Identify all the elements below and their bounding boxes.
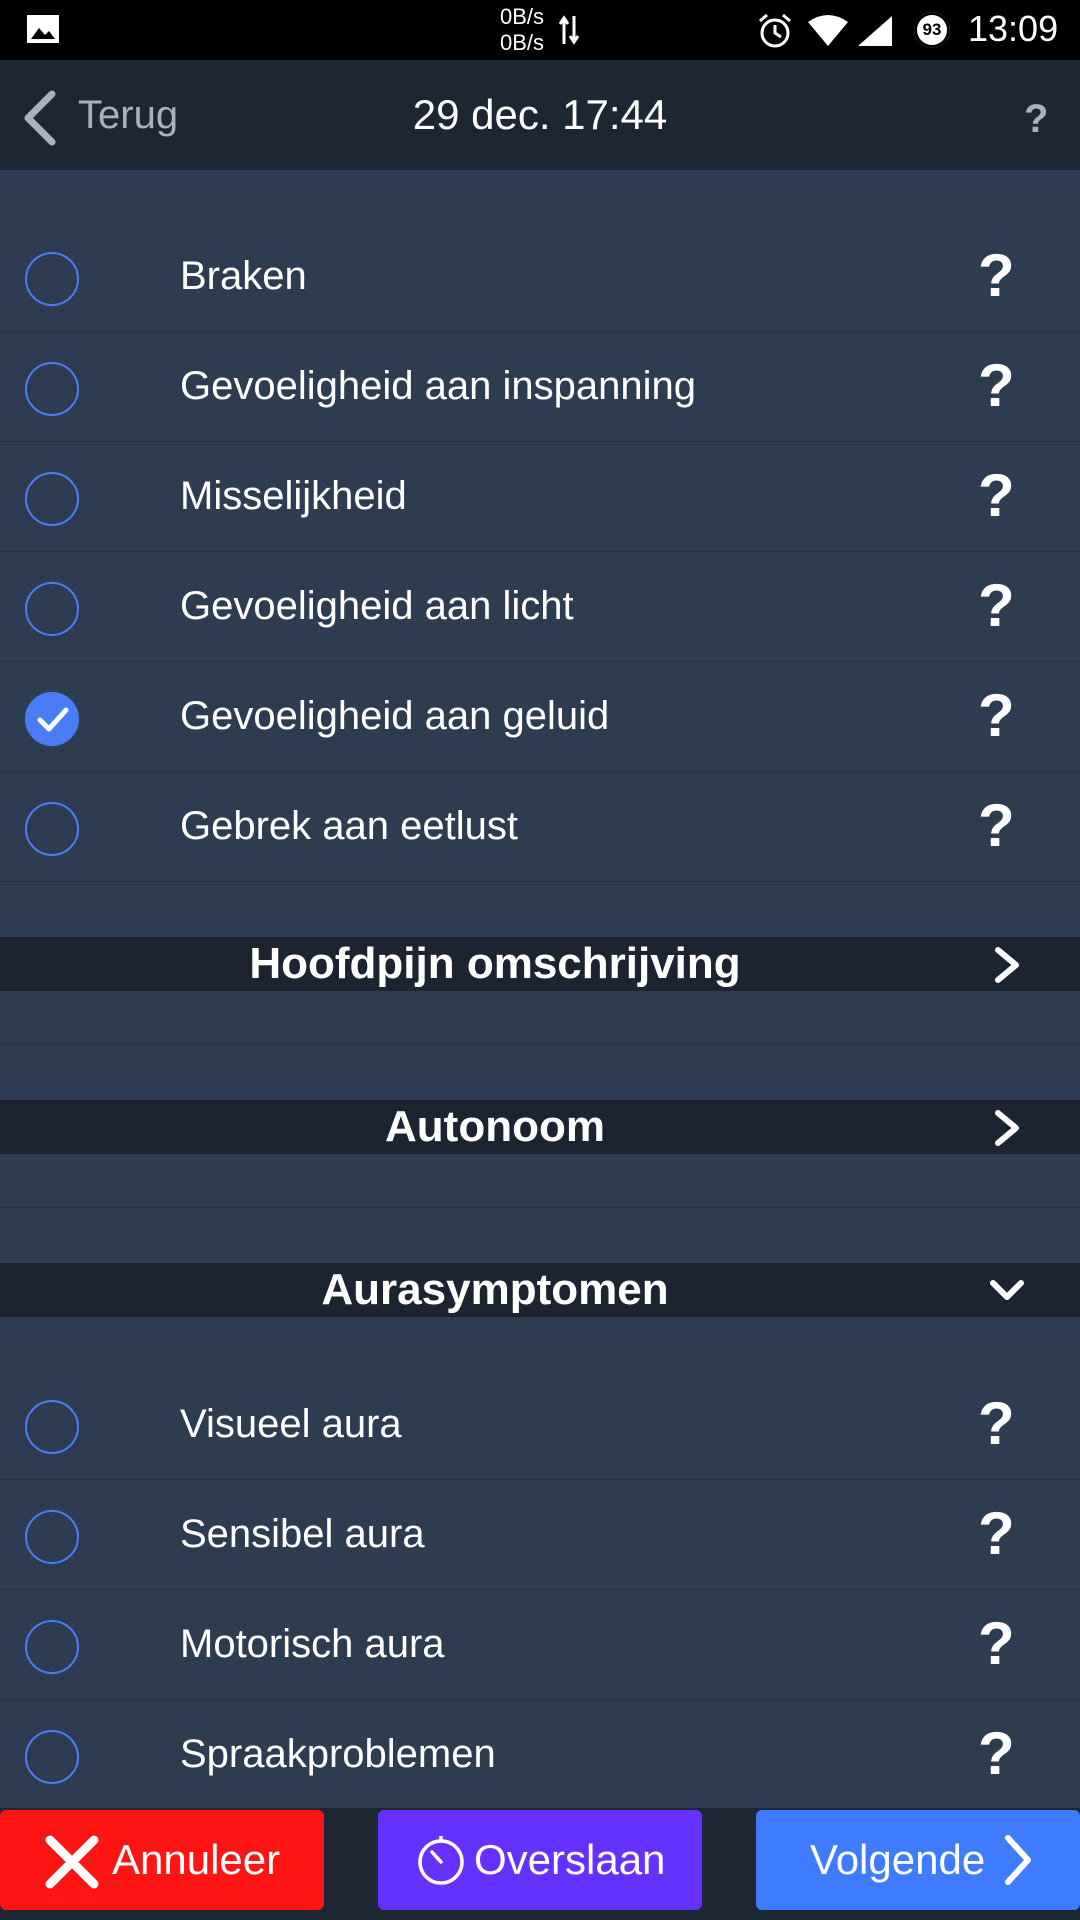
skip-button-label: Overslaan bbox=[474, 1836, 666, 1883]
radio-button[interactable] bbox=[25, 802, 79, 856]
chevron-down-icon bbox=[990, 1280, 1024, 1300]
status-time: 13:09 bbox=[968, 8, 1059, 49]
status-bar: 0B/s 0B/s 93 13:09 bbox=[0, 0, 1080, 60]
bottom-action-bar: Annuleer Overslaan Volgende bbox=[0, 1808, 1080, 1920]
cancel-button-label: Annuleer bbox=[112, 1836, 281, 1883]
list-item-label: Misselijkheid bbox=[180, 474, 407, 518]
nav-bar: Terug 29 dec. 17:44 ? bbox=[0, 60, 1080, 170]
help-button[interactable]: ? bbox=[978, 1721, 1015, 1787]
help-button[interactable]: ? bbox=[978, 573, 1015, 639]
checkmark-icon bbox=[37, 707, 69, 732]
list-item[interactable]: Braken ? bbox=[0, 221, 1080, 332]
section-title: Hoofdpijn omschrijving bbox=[249, 939, 741, 988]
divider bbox=[0, 1044, 1080, 1045]
radio-button[interactable] bbox=[25, 1510, 79, 1564]
signal-icon bbox=[858, 16, 892, 46]
nav-help-button[interactable]: ? bbox=[1024, 94, 1048, 144]
help-button[interactable]: ? bbox=[978, 243, 1015, 309]
data-transfer-icon bbox=[558, 15, 580, 45]
net-down-speed: 0B/s bbox=[500, 30, 545, 55]
chevron-right-icon bbox=[995, 1110, 1019, 1146]
timer-icon bbox=[418, 1836, 464, 1885]
chevron-right-icon bbox=[1005, 1835, 1031, 1885]
list-item[interactable]: Gevoeligheid aan inspanning ? bbox=[0, 331, 1080, 442]
radio-button[interactable] bbox=[25, 1730, 79, 1784]
network-speed: 0B/s 0B/s bbox=[500, 4, 560, 56]
net-up-speed: 0B/s bbox=[500, 4, 545, 29]
section-header-autonoom[interactable]: Autonoom bbox=[0, 1100, 1080, 1154]
list-item[interactable]: Misselijkheid ? bbox=[0, 441, 1080, 552]
list-item-label: Gevoeligheid aan inspanning bbox=[180, 364, 696, 408]
radio-button[interactable] bbox=[25, 1400, 79, 1454]
list-item-label: Gevoeligheid aan geluid bbox=[180, 694, 610, 738]
divider bbox=[0, 1207, 1080, 1208]
skip-button[interactable]: Overslaan bbox=[378, 1810, 702, 1910]
next-button[interactable]: Volgende bbox=[756, 1810, 1080, 1910]
section-title: Aurasymptomen bbox=[321, 1265, 669, 1314]
cancel-button[interactable]: Annuleer bbox=[0, 1810, 324, 1910]
list-item[interactable]: Spraakproblemen ? bbox=[0, 1699, 1080, 1809]
section-header-hoofdpijn[interactable]: Hoofdpijn omschrijving bbox=[0, 937, 1080, 991]
section-title: Autonoom bbox=[385, 1102, 605, 1151]
page-title: 29 dec. 17:44 bbox=[412, 91, 668, 138]
radio-button[interactable] bbox=[25, 252, 79, 306]
list-item[interactable]: Gebrek aan eetlust ? bbox=[0, 771, 1080, 882]
help-button[interactable]: ? bbox=[978, 793, 1015, 859]
help-button[interactable]: ? bbox=[978, 1391, 1015, 1457]
list-item-label: Visueel aura bbox=[180, 1402, 402, 1446]
alarm-icon bbox=[759, 13, 791, 48]
radio-button[interactable] bbox=[25, 362, 79, 416]
next-button-label: Volgende bbox=[810, 1836, 986, 1883]
list-item[interactable]: Sensibel aura ? bbox=[0, 1479, 1080, 1590]
chevron-right-icon bbox=[995, 947, 1019, 983]
list-item-label: Gevoeligheid aan licht bbox=[180, 584, 574, 628]
list-item-label: Gebrek aan eetlust bbox=[180, 804, 518, 848]
radio-button-checked[interactable] bbox=[25, 692, 79, 746]
battery-indicator: 93 bbox=[914, 12, 950, 48]
section-header-aurasymptomen[interactable]: Aurasymptomen bbox=[0, 1263, 1080, 1317]
list-item-label: Spraakproblemen bbox=[180, 1732, 496, 1776]
list-item[interactable]: Gevoeligheid aan licht ? bbox=[0, 551, 1080, 662]
list-item[interactable]: Visueel aura ? bbox=[0, 1369, 1080, 1480]
list-item[interactable]: Gevoeligheid aan geluid ? bbox=[0, 661, 1080, 772]
help-button[interactable]: ? bbox=[978, 463, 1015, 529]
list-item-label: Sensibel aura bbox=[180, 1512, 425, 1556]
list-item-label: Motorisch aura bbox=[180, 1622, 445, 1666]
list-item[interactable]: Motorisch aura ? bbox=[0, 1589, 1080, 1700]
radio-button[interactable] bbox=[25, 582, 79, 636]
help-button[interactable]: ? bbox=[978, 683, 1015, 749]
help-button[interactable]: ? bbox=[978, 353, 1015, 419]
image-notification-icon bbox=[27, 15, 59, 43]
wifi-icon bbox=[808, 15, 848, 46]
help-button[interactable]: ? bbox=[978, 1611, 1015, 1677]
help-button[interactable]: ? bbox=[978, 1501, 1015, 1567]
radio-button[interactable] bbox=[25, 472, 79, 526]
list-item-label: Braken bbox=[180, 254, 307, 298]
radio-button[interactable] bbox=[25, 1620, 79, 1674]
close-icon bbox=[45, 1835, 99, 1889]
